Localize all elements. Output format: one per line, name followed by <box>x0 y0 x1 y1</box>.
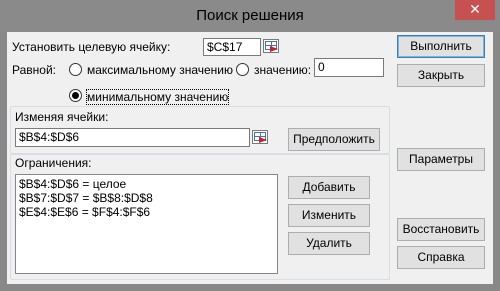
dialog-body: Установить целевую ячейку: $C$17 Равной:… <box>7 32 493 284</box>
options-button[interactable]: Параметры <box>397 148 485 171</box>
collapse-dialog-icon[interactable] <box>252 130 268 144</box>
delete-button[interactable]: Удалить <box>288 232 370 255</box>
value-input[interactable]: 0 <box>314 58 384 77</box>
max-radio-label[interactable]: максимальному значению <box>87 63 233 77</box>
list-item[interactable]: $E$4:$E$6 = $F$4:$F$6 <box>19 205 274 219</box>
min-radio[interactable] <box>69 89 82 102</box>
solver-dialog: Поиск решения ✕ Установить целевую ячейк… <box>0 0 500 291</box>
constraints-list[interactable]: $B$4:$D$6 = целое $B$7:$D$7 = $B$8:$D$8 … <box>15 174 278 274</box>
list-item[interactable]: $B$7:$D$7 = $B$8:$D$8 <box>19 191 274 205</box>
title-bar[interactable]: Поиск решения ✕ <box>0 0 500 32</box>
objective-label: Установить целевую ячейку: <box>12 40 171 54</box>
objective-cell-input[interactable]: $C$17 <box>203 38 261 56</box>
value-radio-label[interactable]: значению: <box>254 63 311 77</box>
min-radio-label[interactable]: минимальному значению <box>85 89 230 105</box>
dialog-title: Поиск решения <box>196 7 304 24</box>
list-item[interactable]: $B$4:$D$6 = целое <box>19 177 274 191</box>
reset-button[interactable]: Восстановить <box>397 218 485 241</box>
change-button[interactable]: Изменить <box>288 204 370 227</box>
add-button[interactable]: Добавить <box>288 176 370 199</box>
value-radio[interactable] <box>236 63 249 76</box>
collapse-dialog-icon[interactable] <box>263 39 279 53</box>
help-button[interactable]: Справка <box>397 246 485 269</box>
constraints-label: Ограничения: <box>15 156 92 170</box>
close-icon[interactable]: ✕ <box>455 0 495 20</box>
changing-cells-input[interactable]: $B$4:$D$6 <box>15 128 250 147</box>
changing-cells-label: Изменяя ячейки: <box>15 110 109 124</box>
max-radio[interactable] <box>69 63 82 76</box>
solve-button[interactable]: Выполнить <box>397 35 485 58</box>
close-button[interactable]: Закрыть <box>397 64 485 87</box>
guess-button[interactable]: Предположить <box>288 128 380 151</box>
equal-to-label: Равной: <box>12 63 56 77</box>
